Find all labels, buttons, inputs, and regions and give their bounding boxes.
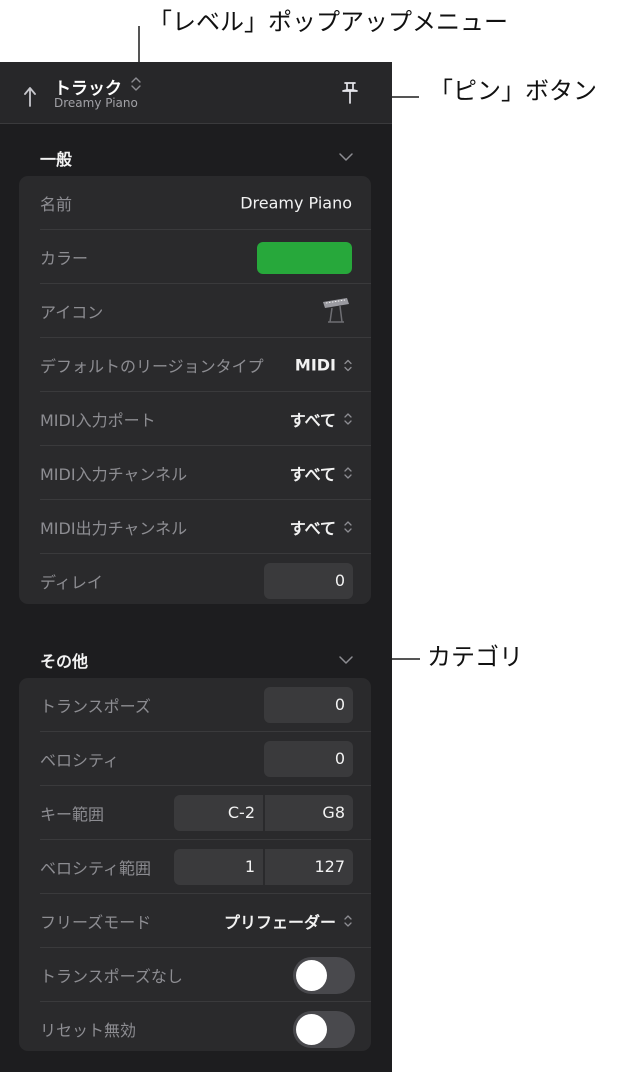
- chevron-down-icon[interactable]: [338, 654, 354, 666]
- row-reset-disabled: リセット無効: [19, 1002, 371, 1056]
- row-no-transpose: トランスポーズなし: [19, 948, 371, 1002]
- row-delay: ディレイ 0: [19, 554, 371, 608]
- key-range-low-field[interactable]: C-2: [174, 795, 263, 831]
- midi-in-channel-popup[interactable]: すべて: [290, 461, 353, 485]
- row-freeze-mode: フリーズモード プリフェーダー: [19, 894, 371, 948]
- chevron-updown-icon: [344, 359, 352, 371]
- freeze-mode-value: プリフェーダー: [223, 913, 336, 932]
- name-value[interactable]: Dreamy Piano: [240, 194, 352, 213]
- delay-label: ディレイ: [40, 573, 103, 592]
- icon-label: アイコン: [40, 303, 104, 322]
- chevron-updown-icon: [344, 521, 352, 533]
- section-other-title[interactable]: その他: [40, 648, 88, 672]
- key-range-label: キー範囲: [40, 805, 105, 824]
- toggle-knob: [296, 1014, 327, 1045]
- row-icon: アイコン: [19, 284, 371, 338]
- general-card: 名前 Dreamy Piano カラー アイコン デフォルトのリージョンタイプ …: [19, 176, 371, 604]
- freeze-mode-label: フリーズモード: [40, 913, 152, 932]
- velocity-field[interactable]: 0: [264, 741, 353, 777]
- section-general-title[interactable]: 一般: [40, 146, 72, 170]
- key-range-high-field[interactable]: G8: [265, 795, 353, 831]
- other-card: トランスポーズ 0 ベロシティ 0 キー範囲 C-2 G8 ベロシティ範囲 1 …: [19, 678, 371, 1051]
- default-region-type-value: MIDI: [294, 355, 336, 375]
- row-velocity-range: ベロシティ範囲 1 127: [19, 840, 371, 894]
- reset-disabled-label: リセット無効: [40, 1021, 137, 1040]
- row-midi-in-port: MIDI入力ポート すべて: [19, 392, 371, 446]
- chevron-updown-icon: [344, 915, 352, 927]
- default-region-type-popup[interactable]: MIDI: [295, 356, 353, 375]
- midi-out-channel-label: MIDI出力チャンネル: [40, 519, 188, 538]
- velocity-range-label: ベロシティ範囲: [40, 859, 152, 878]
- delay-field[interactable]: 0: [264, 563, 353, 599]
- callout-category: カテゴリ: [427, 643, 523, 671]
- row-midi-out-channel: MIDI出力チャンネル すべて: [19, 500, 371, 554]
- midi-in-port-value: すべて: [289, 411, 336, 430]
- freeze-mode-popup[interactable]: プリフェーダー: [224, 909, 353, 933]
- track-name-subtitle: Dreamy Piano: [54, 96, 138, 110]
- row-key-range: キー範囲 C-2 G8: [19, 786, 371, 840]
- color-label: カラー: [40, 249, 89, 268]
- row-velocity: ベロシティ 0: [19, 732, 371, 786]
- default-region-type-label: デフォルトのリージョンタイプ: [40, 357, 264, 376]
- color-swatch[interactable]: [257, 242, 352, 274]
- transpose-label: トランスポーズ: [40, 697, 151, 716]
- midi-in-channel-label: MIDI入力チャンネル: [40, 465, 188, 484]
- no-transpose-toggle[interactable]: [293, 957, 355, 994]
- chevron-down-icon[interactable]: [338, 151, 354, 163]
- midi-in-port-popup[interactable]: すべて: [290, 407, 353, 431]
- row-midi-in-channel: MIDI入力チャンネル すべて: [19, 446, 371, 500]
- keyboard-icon[interactable]: [318, 294, 352, 328]
- toggle-knob: [296, 960, 327, 991]
- row-color: カラー: [19, 230, 371, 284]
- midi-out-channel-popup[interactable]: すべて: [290, 515, 353, 539]
- callout-pin-button: 「ピン」ボタン: [429, 77, 597, 105]
- velocity-range-low-field[interactable]: 1: [174, 849, 263, 885]
- pin-icon[interactable]: [340, 81, 360, 105]
- no-transpose-label: トランスポーズなし: [40, 967, 183, 986]
- velocity-label: ベロシティ: [40, 751, 120, 770]
- midi-in-port-label: MIDI入力ポート: [40, 411, 156, 430]
- midi-out-channel-value: すべて: [289, 519, 336, 538]
- track-inspector-panel: トラック Dreamy Piano 一般 名前 Dreamy Piano カラー…: [0, 62, 392, 1072]
- velocity-range-high-field[interactable]: 127: [265, 849, 353, 885]
- chevron-updown-icon[interactable]: [130, 76, 142, 92]
- callout-level-menu: 「レベル」ポップアップメニュー: [148, 8, 508, 36]
- chevron-updown-icon: [344, 413, 352, 425]
- row-default-region-type: デフォルトのリージョンタイプ MIDI: [19, 338, 371, 392]
- back-arrow-icon[interactable]: [24, 82, 44, 108]
- panel-header: トラック Dreamy Piano: [0, 62, 392, 124]
- row-name: 名前 Dreamy Piano: [19, 176, 371, 230]
- reset-disabled-toggle[interactable]: [293, 1011, 355, 1048]
- transpose-field[interactable]: 0: [264, 687, 353, 723]
- name-label: 名前: [40, 195, 73, 214]
- midi-in-channel-value: すべて: [289, 465, 336, 484]
- chevron-updown-icon: [344, 467, 352, 479]
- row-transpose: トランスポーズ 0: [19, 678, 371, 732]
